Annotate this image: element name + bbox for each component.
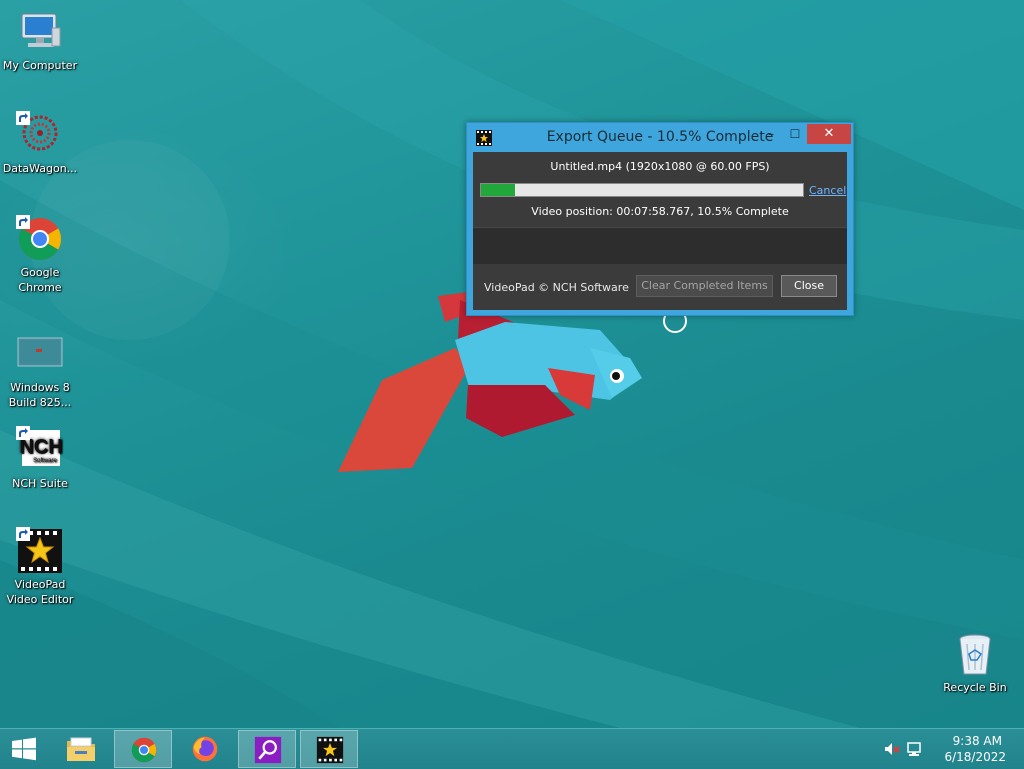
windows8-build-icon xyxy=(17,337,63,367)
desktop-icon-label: VideoPad Video Editor xyxy=(6,578,74,606)
taskbar-item-file-explorer[interactable] xyxy=(52,730,110,768)
desktop-icon-recycle-bin[interactable]: Recycle Bin xyxy=(935,630,1015,695)
search-app-icon xyxy=(254,736,282,764)
chrome-icon xyxy=(131,737,157,763)
start-button-windows-icon[interactable] xyxy=(8,737,40,761)
volume-muted-icon[interactable] xyxy=(884,741,900,757)
network-icon[interactable] xyxy=(906,741,922,757)
taskbar-item-search-app[interactable] xyxy=(238,730,296,768)
export-queue-content: Untitled.mp4 (1920x1080 @ 60.00 FPS) Can… xyxy=(473,152,847,310)
desktop-icon-label: NCH Suite xyxy=(12,477,68,490)
system-tray: 9:38 AM 6/18/2022 xyxy=(884,729,1024,769)
file-explorer-icon xyxy=(67,737,95,761)
maximize-button[interactable]: ☐ xyxy=(783,124,807,144)
export-progress-bar xyxy=(480,183,804,197)
desktop-icon-label: Recycle Bin xyxy=(943,681,1007,694)
shortcut-arrow-icon xyxy=(16,215,30,229)
title-bar[interactable]: Export Queue - 10.5% Complete – ☐ ✕ xyxy=(467,123,853,151)
desktop-icon-label: Google Chrome xyxy=(18,266,62,294)
desktop-icon-my-computer[interactable]: My Computer xyxy=(0,8,80,73)
videopad-icon xyxy=(316,736,344,764)
shortcut-arrow-icon xyxy=(16,111,30,125)
desktop-icon-label: Windows 8 Build 825... xyxy=(8,381,72,409)
minimize-button[interactable]: – xyxy=(759,124,783,144)
desktop-icon-google-chrome[interactable]: Google Chrome xyxy=(0,215,80,295)
desktop-icon-windows8-build[interactable]: Windows 8 Build 825... xyxy=(0,330,80,410)
taskbar: 9:38 AM 6/18/2022 xyxy=(0,728,1024,769)
computer-icon xyxy=(21,13,61,47)
wallpaper-betta-fish xyxy=(0,0,1024,728)
desktop-icon-datawagon[interactable]: DataWagon... xyxy=(0,111,80,176)
shortcut-arrow-icon xyxy=(16,426,30,440)
taskbar-item-firefox[interactable] xyxy=(176,730,234,768)
export-queue-window: Export Queue - 10.5% Complete – ☐ ✕ Unti… xyxy=(466,122,854,316)
svg-text:Software: Software xyxy=(33,458,57,464)
video-position-status: Video position: 00:07:58.767, 10.5% Comp… xyxy=(531,205,789,218)
export-file-info: Untitled.mp4 (1920x1080 @ 60.00 FPS) xyxy=(550,160,770,173)
clear-completed-items-button[interactable]: Clear Completed Items xyxy=(636,275,773,297)
taskbar-item-chrome[interactable] xyxy=(114,730,172,768)
desktop-icon-label: DataWagon... xyxy=(2,162,78,175)
desktop-icon-videopad[interactable]: VideoPad Video Editor xyxy=(0,527,80,607)
recycle-bin-icon xyxy=(959,634,991,675)
taskbar-item-videopad[interactable] xyxy=(300,730,358,768)
clock-date[interactable]: 6/18/2022 xyxy=(944,750,1006,764)
desktop: My Computer DataWagon... Google Chrome W… xyxy=(0,0,1024,728)
desktop-icon-nch-suite[interactable]: NCH Software NCH Suite xyxy=(0,426,80,491)
export-progress-fill xyxy=(481,184,515,196)
dialog-footer: VideoPad © NCH Software Clear Completed … xyxy=(473,264,847,310)
shortcut-arrow-icon xyxy=(16,527,30,541)
close-dialog-button[interactable]: Close xyxy=(781,275,837,297)
close-window-button[interactable]: ✕ xyxy=(807,124,851,144)
desktop-icon-label: My Computer xyxy=(2,59,78,72)
firefox-icon xyxy=(192,736,218,762)
clock-time[interactable]: 9:38 AM xyxy=(953,734,1002,748)
queue-list-area xyxy=(473,227,847,265)
brand-label: VideoPad © NCH Software xyxy=(484,281,629,294)
cancel-export-link[interactable]: Cancel xyxy=(809,184,846,197)
